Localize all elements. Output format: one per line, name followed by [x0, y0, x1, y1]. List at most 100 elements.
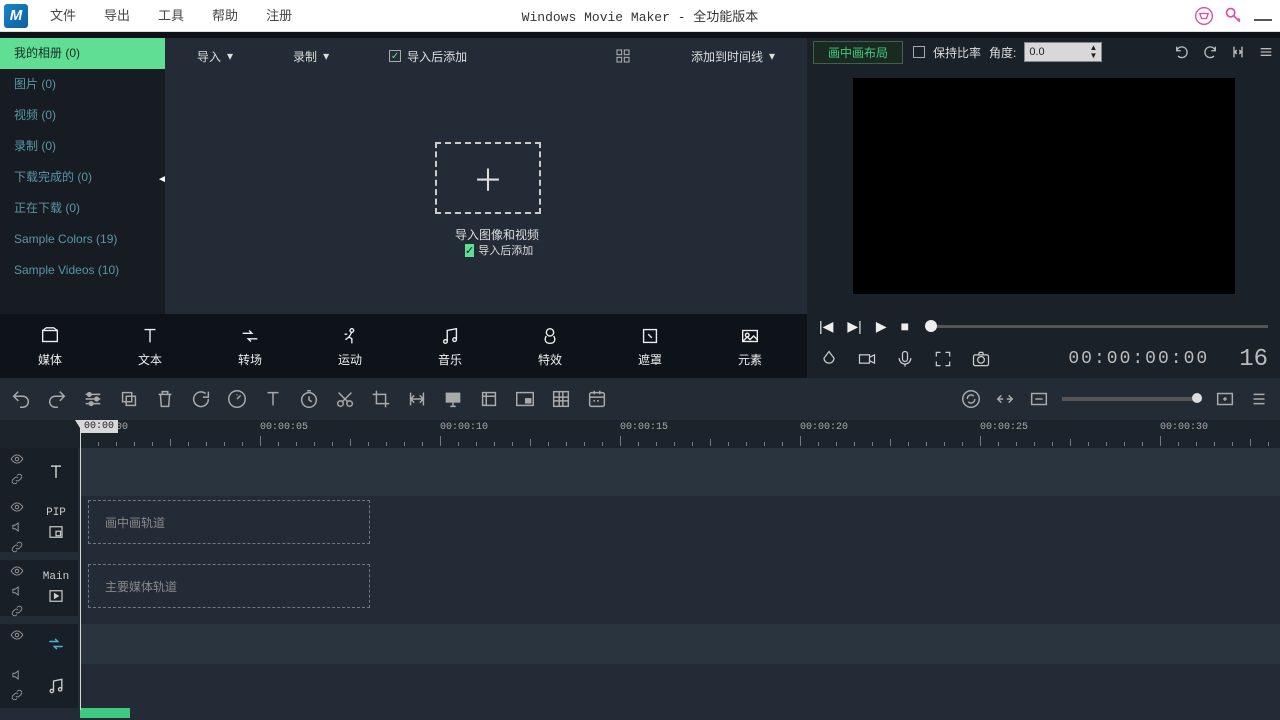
track-link-icon[interactable]	[10, 540, 24, 554]
track-vis-icon[interactable]	[10, 564, 24, 578]
track-area: PIP 画中画轨道 Main 主要媒体轨道	[0, 448, 1280, 720]
tab-text[interactable]: 文本	[100, 314, 200, 378]
tl-sync-icon[interactable]	[960, 388, 982, 410]
undo-icon[interactable]	[1174, 44, 1190, 60]
tl-cropframe-icon[interactable]	[478, 388, 500, 410]
tl-delete-icon[interactable]	[154, 388, 176, 410]
track-mute-icon[interactable]	[10, 520, 24, 534]
menu-icon[interactable]	[1258, 44, 1274, 60]
pip-layout-button[interactable]: 画中画布局	[813, 41, 903, 64]
playhead[interactable]	[80, 420, 81, 710]
tl-cut-icon[interactable]	[334, 388, 356, 410]
tl-undo-icon[interactable]	[10, 388, 32, 410]
tl-zoomin-icon[interactable]	[1214, 388, 1236, 410]
stop-icon[interactable]: ■	[901, 318, 909, 334]
track-vis-icon[interactable]	[10, 500, 24, 514]
tl-speed-icon[interactable]	[226, 388, 248, 410]
sidebar-item-videos[interactable]: 视频 (0)	[0, 100, 165, 131]
tab-media[interactable]: 媒体	[0, 314, 100, 378]
import-dropzone[interactable]: ＋	[435, 142, 541, 214]
track-link-icon[interactable]	[10, 604, 24, 618]
fullscreen-icon[interactable]	[933, 349, 953, 369]
camera-record-icon[interactable]	[857, 349, 877, 369]
track-mute-icon[interactable]	[10, 668, 24, 682]
timeline-ruler[interactable]: 00:00:0000:00:0500:00:1000:00:1500:00:20…	[0, 420, 1280, 448]
tl-fit-icon[interactable]	[994, 388, 1016, 410]
sidebar-item-album[interactable]: 我的相册 (0)	[0, 38, 165, 69]
timeline-scrollbar[interactable]	[80, 708, 130, 718]
tab-music[interactable]: 音乐	[400, 314, 500, 378]
sidebar-item-samplevideos[interactable]: Sample Videos (10)	[0, 255, 165, 286]
tl-text-icon[interactable]	[262, 388, 284, 410]
track-vis-icon[interactable]	[10, 628, 24, 642]
record-dropdown[interactable]: 录制▾	[293, 48, 329, 65]
menu-export[interactable]: 导出	[90, 0, 144, 32]
tl-zoomout-icon[interactable]	[1028, 388, 1050, 410]
pip-track[interactable]: 画中画轨道	[80, 496, 1280, 552]
tl-redo-icon[interactable]	[46, 388, 68, 410]
angle-input[interactable]: 0.0▲▼	[1024, 42, 1102, 62]
sidebar-item-downloading[interactable]: 正在下载 (0)	[0, 193, 165, 224]
transition-track[interactable]	[80, 624, 1280, 664]
tab-transition[interactable]: 转场	[200, 314, 300, 378]
main-track[interactable]: 主要媒体轨道	[80, 560, 1280, 616]
next-frame-icon[interactable]: ▶|	[847, 318, 861, 335]
media-pane: 导入▾ 录制▾ ✓导入后添加 添加到时间线▾ ＋ 导入图像和视频 ✓导入后添加	[165, 38, 807, 314]
text-track[interactable]	[80, 448, 1280, 496]
play-icon[interactable]: ▶	[876, 318, 887, 335]
scrubber[interactable]	[929, 325, 1268, 328]
tl-duration-icon[interactable]	[298, 388, 320, 410]
tl-trim-icon[interactable]	[406, 388, 428, 410]
main-track-label: Main	[43, 571, 69, 583]
pip-track-hint: 画中画轨道	[88, 500, 370, 544]
tl-rotate-icon[interactable]	[190, 388, 212, 410]
redo-icon[interactable]	[1202, 44, 1218, 60]
tl-duplicate-icon[interactable]	[118, 388, 140, 410]
tl-pip-icon[interactable]	[514, 388, 536, 410]
sidebar-item-downloaded[interactable]: 下载完成的 (0)	[0, 162, 165, 193]
tab-effects[interactable]: 特效	[500, 314, 600, 378]
tl-crop-icon[interactable]	[370, 388, 392, 410]
dropzone-sub-checkbox[interactable]: ✓导入后添加	[465, 242, 533, 258]
tab-elements[interactable]: 元素	[700, 314, 800, 378]
zoom-slider[interactable]	[1062, 397, 1202, 401]
tl-list-icon[interactable]	[1248, 388, 1270, 410]
add-timeline-dropdown[interactable]: 添加到时间线▾	[691, 48, 775, 65]
tl-screen-icon[interactable]	[442, 388, 464, 410]
color-picker-icon[interactable]	[819, 349, 839, 369]
minimize-button[interactable]	[1254, 19, 1272, 21]
import-dropdown[interactable]: 导入▾	[197, 48, 233, 65]
track-vis-icon[interactable]	[10, 452, 24, 466]
menu-file[interactable]: 文件	[36, 0, 90, 32]
window-title: Windows Movie Maker - 全功能版本	[522, 6, 759, 25]
prev-frame-icon[interactable]: |◀	[819, 318, 833, 335]
sidebar-item-record[interactable]: 录制 (0)	[0, 131, 165, 162]
tab-motion[interactable]: 运动	[300, 314, 400, 378]
sidebar-item-colors[interactable]: Sample Colors (19)	[0, 224, 165, 255]
main-track-icon	[47, 587, 65, 605]
snapshot-icon[interactable]	[971, 349, 991, 369]
cart-icon[interactable]	[1194, 6, 1214, 26]
sidebar-collapse-icon[interactable]: ◄	[157, 174, 165, 186]
fit-icon[interactable]	[1230, 44, 1246, 60]
keep-ratio-checkbox[interactable]	[913, 46, 925, 58]
add-after-import-checkbox[interactable]: ✓导入后添加	[389, 48, 467, 65]
mic-icon[interactable]	[895, 349, 915, 369]
menu-register[interactable]: 注册	[252, 0, 306, 32]
main-track-hint: 主要媒体轨道	[88, 564, 370, 608]
sidebar-item-images[interactable]: 图片 (0)	[0, 69, 165, 100]
fps-display: 16	[1239, 346, 1268, 373]
track-link-icon[interactable]	[10, 688, 24, 702]
preview-canvas	[853, 78, 1235, 294]
menu-tools[interactable]: 工具	[144, 0, 198, 32]
tl-grid-icon[interactable]	[550, 388, 572, 410]
tl-settings-icon[interactable]	[82, 388, 104, 410]
tab-mask[interactable]: 遮罩	[600, 314, 700, 378]
track-mute-icon[interactable]	[10, 584, 24, 598]
track-link-icon[interactable]	[10, 472, 24, 486]
menu-help[interactable]: 帮助	[198, 0, 252, 32]
key-icon[interactable]	[1224, 6, 1244, 26]
audio-track[interactable]	[80, 664, 1280, 708]
tl-calendar-icon[interactable]	[586, 388, 608, 410]
grid-view-icon[interactable]	[615, 48, 631, 64]
